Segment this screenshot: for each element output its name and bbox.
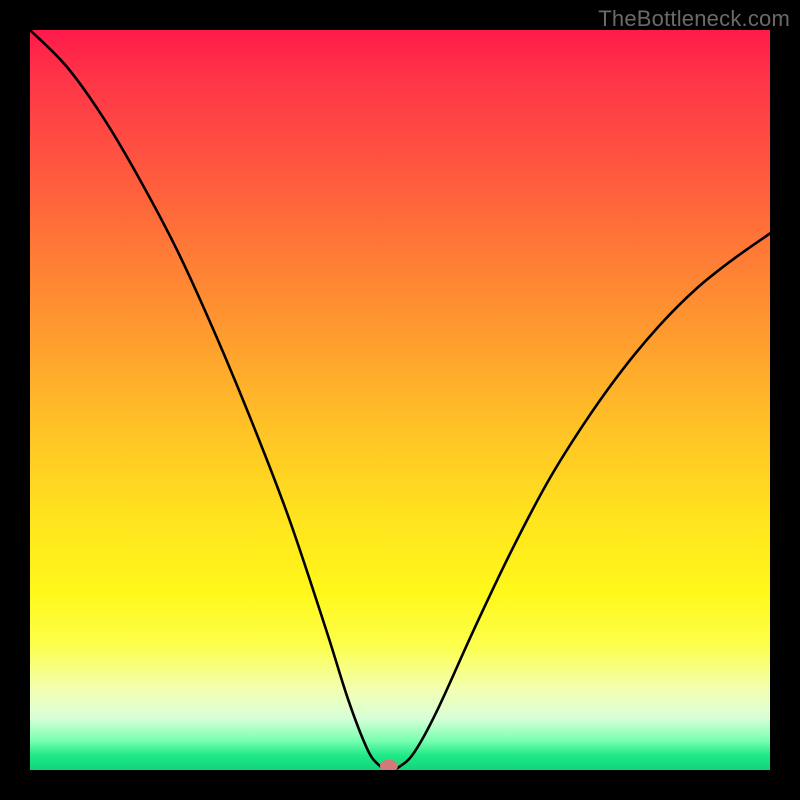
watermark-text: TheBottleneck.com <box>598 6 790 32</box>
chart-frame: TheBottleneck.com <box>0 0 800 800</box>
bottleneck-curve <box>30 30 770 770</box>
plot-area <box>30 30 770 770</box>
curve-path <box>30 30 770 770</box>
minimum-marker <box>380 760 398 771</box>
